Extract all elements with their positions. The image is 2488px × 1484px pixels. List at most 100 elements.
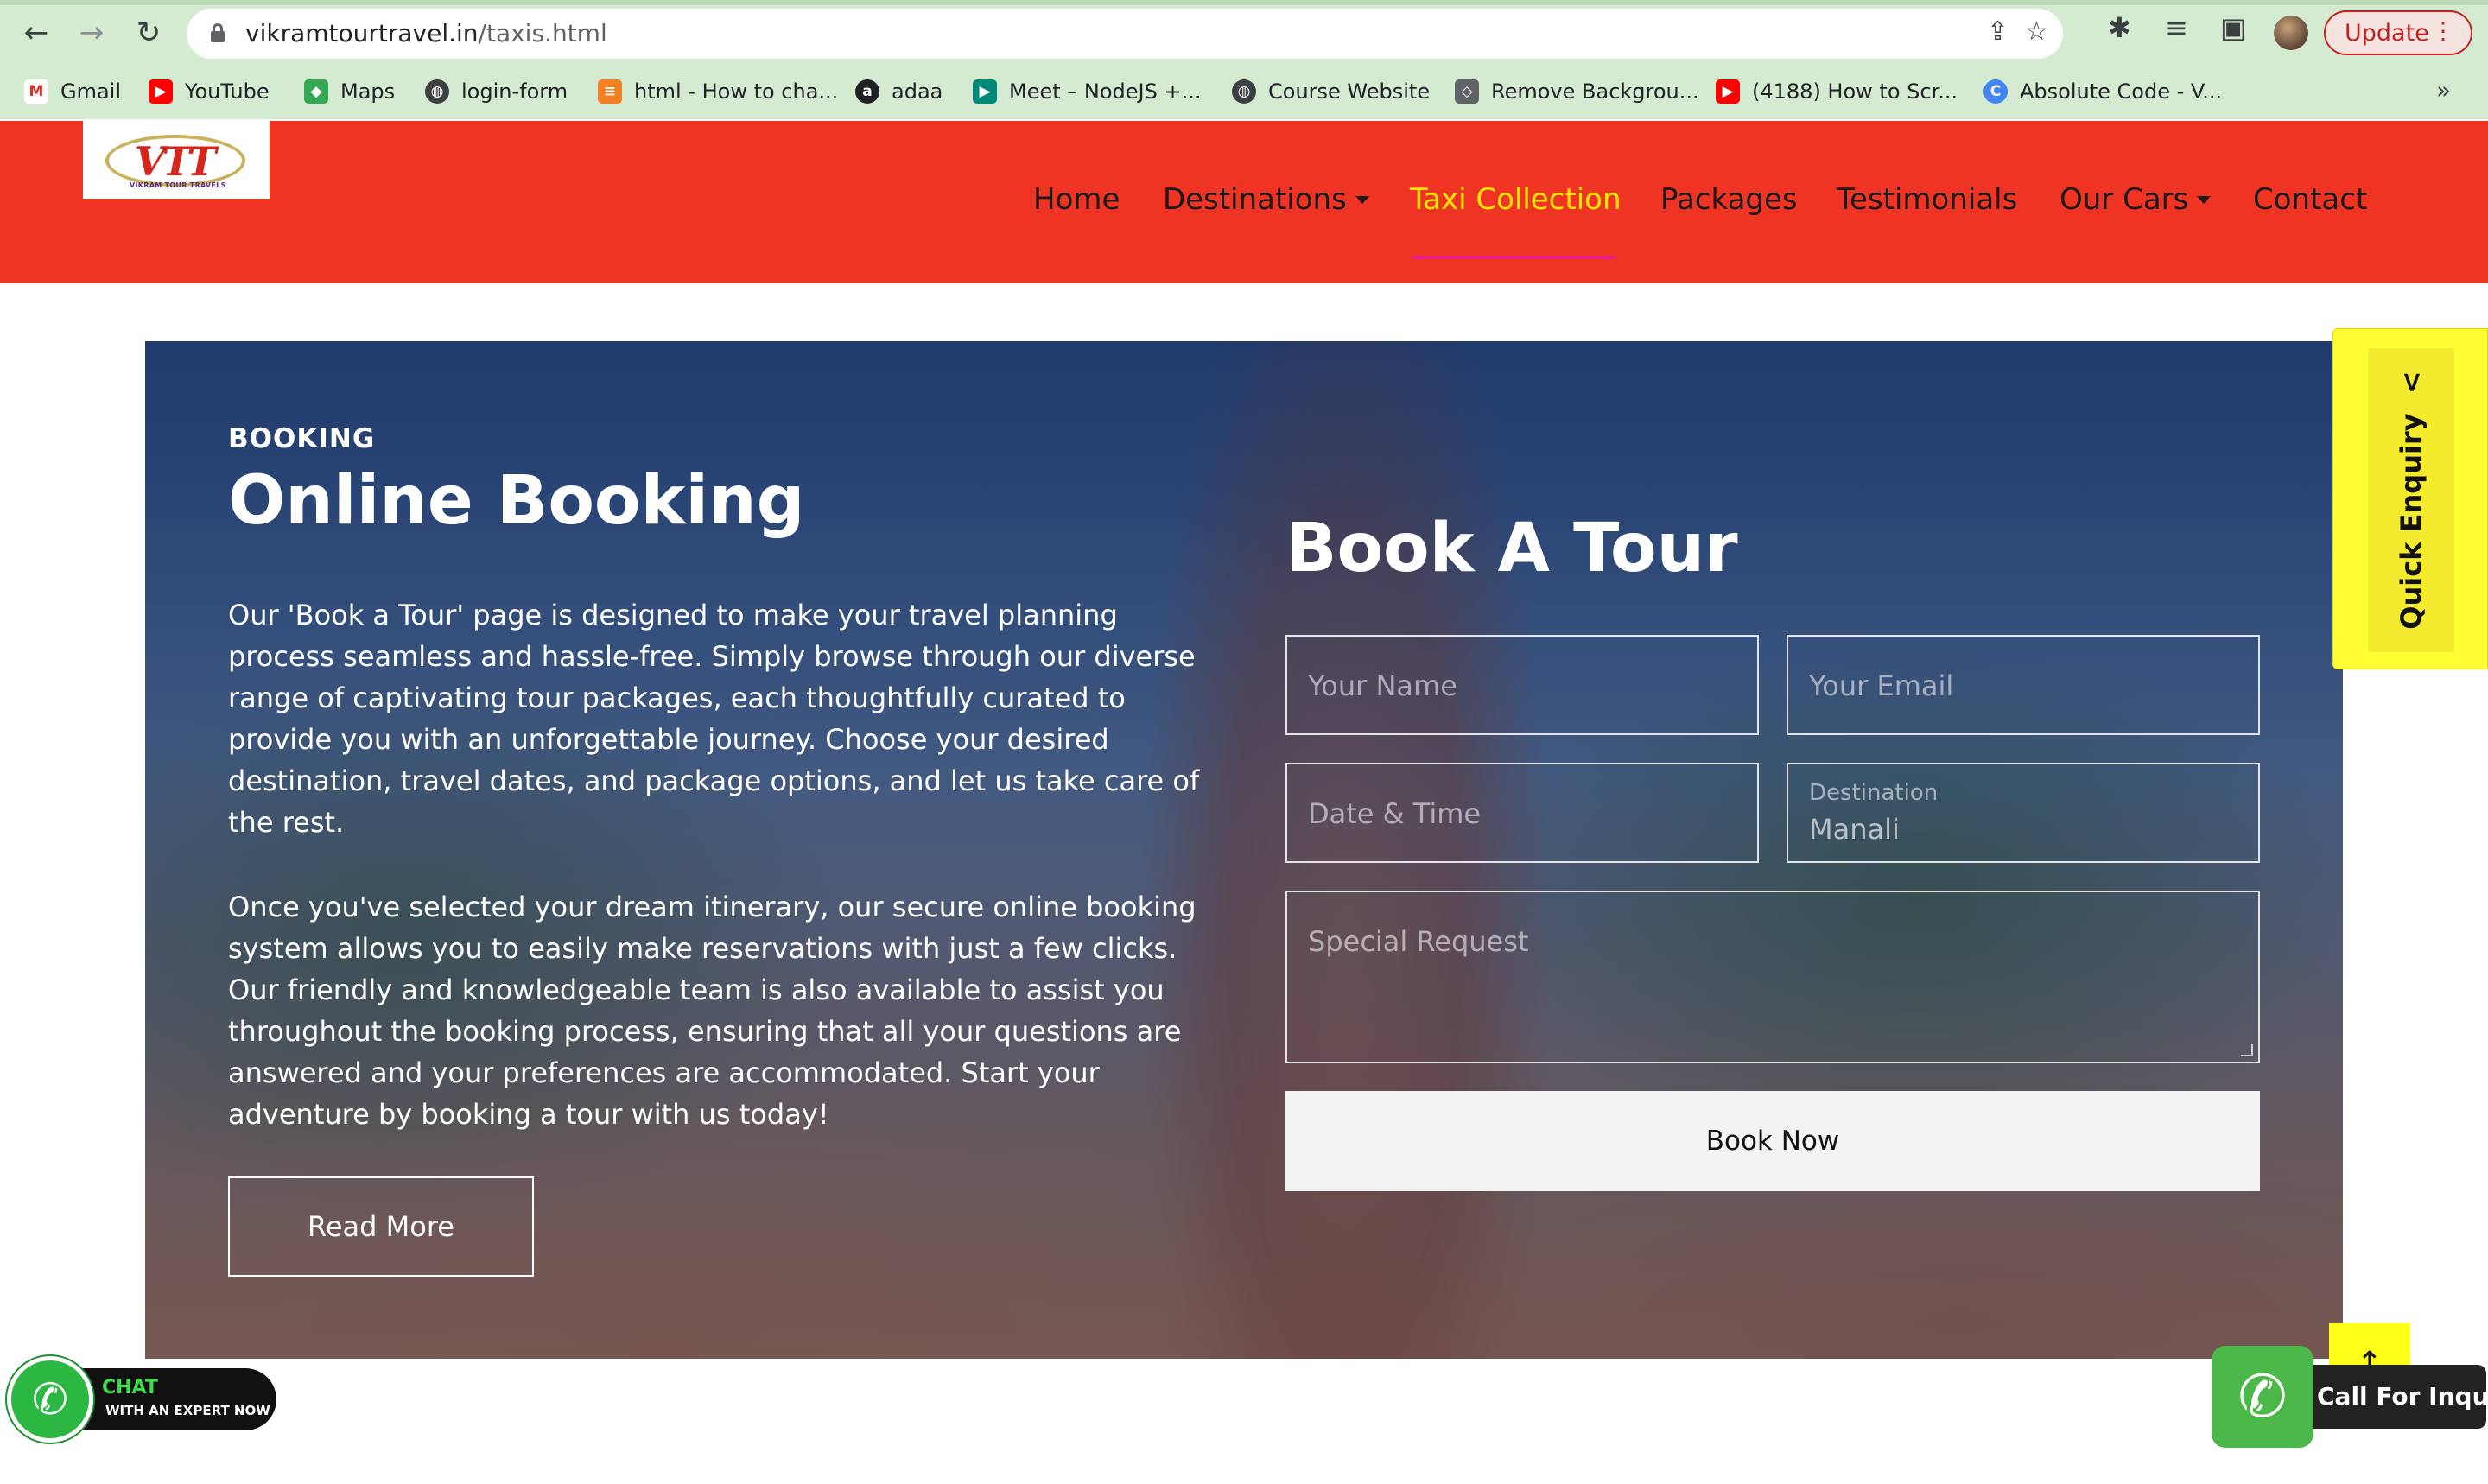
chevron-icon: <	[2395, 371, 2428, 395]
quick-enquiry-label: Quick Enquiry <	[2395, 371, 2428, 629]
intro-paragraph: Our 'Book a Tour' page is designed to ma…	[228, 599, 1200, 839]
resize-grip-icon[interactable]	[2241, 1044, 2253, 1056]
special-request-placeholder: Special Request	[1308, 925, 1529, 958]
youtube-icon: ▶	[1716, 79, 1740, 104]
globe-icon: ◍	[1232, 79, 1256, 104]
bookmark-label: YouTube	[185, 79, 270, 104]
caret-down-icon	[2197, 196, 2212, 204]
nav-destinations[interactable]: Destinations	[1163, 177, 1369, 222]
bookmark-youtube[interactable]: ▶ YouTube	[149, 73, 270, 111]
back-arrow-icon[interactable]: ←	[17, 14, 55, 52]
booking-hero: BOOKING Online Booking Our 'Book a Tour'…	[145, 341, 2343, 1359]
destination-value: Manali	[1809, 813, 1900, 846]
nav-our-cars-label: Our Cars	[2060, 182, 2189, 217]
bookmark-meet[interactable]: ▶ Meet – NodeJS +...	[973, 73, 1201, 111]
bookmark-label: Gmail	[60, 79, 122, 104]
bookmark-youtube-video[interactable]: ▶ (4188) How to Scr...	[1716, 73, 1958, 111]
destination-select[interactable]: Destination Manali	[1787, 763, 2260, 863]
email-input[interactable]: Your Email	[1787, 635, 2260, 735]
bookmark-label: adaa	[892, 79, 943, 104]
call-for-inquiry-widget[interactable]: Call For Inquiry ✆	[2212, 1346, 2488, 1448]
section-title: Online Booking	[228, 462, 805, 540]
share-icon[interactable]: ⇪	[1987, 19, 2009, 45]
lock-icon[interactable]	[211, 23, 225, 42]
forward-arrow-icon[interactable]: →	[73, 14, 111, 52]
maps-icon: ◆	[304, 79, 328, 104]
stackoverflow-icon: ≡	[598, 79, 622, 104]
logo-subtitle: VIKRAM TOUR TRAVELS	[130, 181, 226, 189]
tab-strip-edge	[0, 0, 2488, 5]
details-paragraph: Once you've selected your dream itinerar…	[228, 891, 1196, 1131]
url-domain: vikramtourtravel.in	[245, 19, 479, 48]
reload-icon[interactable]: ↻	[130, 14, 168, 52]
name-placeholder: Your Name	[1308, 669, 1457, 702]
phone-icon: ✆	[2212, 1346, 2313, 1448]
bookmark-gmail[interactable]: M Gmail	[24, 73, 121, 111]
removebg-icon: ◇	[1455, 79, 1479, 104]
bookmark-star-icon[interactable]: ☆	[2025, 19, 2048, 45]
url-path: /taxis.html	[478, 19, 607, 48]
bookmark-label: Course Website	[1268, 79, 1431, 104]
logo-mark: VTT	[135, 138, 216, 185]
quick-enquiry-tab[interactable]: Quick Enquiry <	[2332, 328, 2488, 669]
name-input[interactable]: Your Name	[1285, 635, 1759, 735]
active-nav-underline	[1412, 256, 1615, 259]
reading-list-icon[interactable]: ≡	[2165, 14, 2188, 41]
side-panel-icon[interactable]: ▣	[2220, 14, 2246, 41]
email-placeholder: Your Email	[1809, 669, 1954, 702]
nav-testimonials[interactable]: Testimonials	[1837, 177, 2017, 222]
nav-taxi-collection[interactable]: Taxi Collection	[1410, 177, 1622, 222]
nav-packages[interactable]: Packages	[1660, 177, 1798, 222]
adaa-icon: a	[855, 79, 879, 104]
section-eyebrow: BOOKING	[228, 423, 376, 454]
url-text[interactable]: vikramtourtravel.in/taxis.html	[245, 19, 607, 48]
youtube-icon: ▶	[149, 79, 173, 104]
bookmark-stackoverflow[interactable]: ≡ html - How to cha...	[598, 73, 838, 111]
book-now-button[interactable]: Book Now	[1285, 1091, 2260, 1191]
whatsapp-icon: ✆	[7, 1356, 93, 1443]
datetime-placeholder: Date & Time	[1308, 797, 1482, 830]
nav-our-cars[interactable]: Our Cars	[2060, 177, 2212, 222]
bookmark-adaa[interactable]: a adaa	[855, 73, 943, 111]
read-more-button[interactable]: Read More	[228, 1176, 534, 1277]
bookmark-course-website[interactable]: ◍ Course Website	[1232, 73, 1430, 111]
update-button[interactable]: Update ⋮	[2324, 10, 2472, 55]
nav-contact[interactable]: Contact	[2253, 177, 2367, 222]
bookmark-remove-bg[interactable]: ◇ Remove Backgrou...	[1455, 73, 1699, 111]
bookmarks-overflow-icon[interactable]: »	[2436, 76, 2451, 105]
bookmark-label: Meet – NodeJS +...	[1009, 79, 1202, 104]
call-label: Call For Inquiry	[2317, 1382, 2488, 1411]
profile-avatar[interactable]	[2274, 16, 2308, 50]
nav-destinations-label: Destinations	[1163, 182, 1347, 217]
kebab-menu-icon[interactable]: ⋮	[2431, 19, 2455, 43]
bookmark-label: (4188) How to Scr...	[1752, 79, 1958, 104]
update-label: Update	[2345, 19, 2429, 47]
quick-enquiry-text: Quick Enquiry	[2395, 413, 2428, 630]
destination-label: Destination	[1809, 780, 1939, 806]
bookmark-label: Maps	[340, 79, 396, 104]
special-request-textarea[interactable]: Special Request	[1285, 891, 2260, 1063]
caret-down-icon	[1355, 196, 1369, 204]
nav-home[interactable]: Home	[1033, 177, 1120, 222]
chat-label: CHAT	[102, 1377, 158, 1398]
bookmark-absolute-code[interactable]: C Absolute Code - V...	[1983, 73, 2222, 111]
quick-enquiry-inner: Quick Enquiry <	[2368, 348, 2454, 652]
datetime-input[interactable]: Date & Time	[1285, 763, 1759, 863]
form-title: Book A Tour	[1285, 510, 1738, 587]
bookmark-label: html - How to cha...	[634, 79, 839, 104]
globe-icon: ◍	[425, 79, 449, 104]
site-logo[interactable]: VTT VIKRAM TOUR TRAVELS	[83, 121, 270, 199]
bookmark-maps[interactable]: ◆ Maps	[304, 73, 395, 111]
address-bar[interactable]: vikramtourtravel.in/taxis.html ⇪ ☆	[187, 9, 2063, 59]
bookmark-label: Absolute Code - V...	[2020, 79, 2223, 104]
extensions-puzzle-icon[interactable]: ✱	[2108, 14, 2131, 41]
whatsapp-chat-widget[interactable]: CHAT WITH AN EXPERT NOW ✆	[7, 1353, 280, 1448]
absolute-code-icon: C	[1983, 79, 2008, 104]
bookmarks-bar: M Gmail ▶ YouTube ◆ Maps ◍ login-form ≡ html …	[0, 73, 2488, 111]
chat-sublabel: WITH AN EXPERT NOW	[105, 1403, 270, 1418]
gmail-icon: M	[24, 79, 48, 104]
bookmark-label: Remove Backgrou...	[1491, 79, 1699, 104]
bookmark-label: login-form	[461, 79, 568, 104]
bookmark-login-form[interactable]: ◍ login-form	[425, 73, 568, 111]
meet-icon: ▶	[973, 79, 997, 104]
